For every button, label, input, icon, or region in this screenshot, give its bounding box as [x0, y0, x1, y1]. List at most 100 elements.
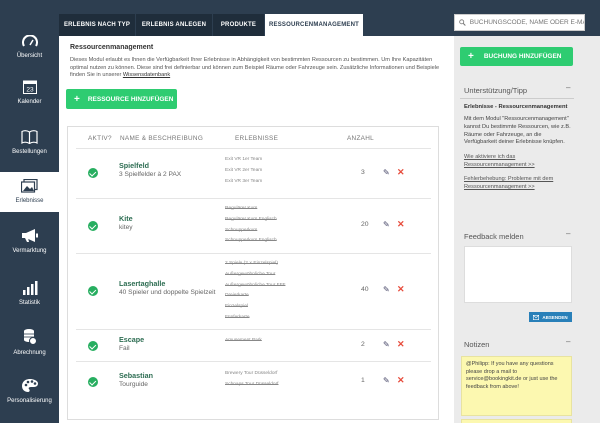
edit-icon[interactable]: ✎ [383, 168, 390, 177]
sidebar-item-label: Kalender [17, 99, 42, 105]
event-item: Dreierkarte [225, 293, 249, 299]
delete-icon[interactable]: ✕ [397, 339, 405, 350]
sticky-note[interactable] [461, 419, 572, 423]
mail-icon [533, 314, 540, 320]
active-check-icon[interactable] [88, 168, 98, 178]
table-row: Sebastian Tourguide Brewery Tour Düsseld… [76, 361, 431, 405]
search-icon [459, 19, 466, 26]
event-item: Regulärer Kurs [225, 206, 258, 211]
add-booking-button[interactable]: + BUCHUNG HINZUFÜGEN [460, 47, 573, 66]
sticky-note[interactable]: @Philipp: If you have any questions plea… [461, 356, 572, 416]
sidebar-item-statistik[interactable]: Statistik [0, 281, 59, 309]
resource-quantity: 1 [361, 377, 365, 384]
tab-erlebnis-nach-typ[interactable]: ERLEBNIS NACH TYP [59, 14, 135, 36]
delete-icon[interactable]: ✕ [397, 219, 405, 230]
resource-description: kitey [119, 224, 133, 231]
sidebar-item-erlebnisse[interactable]: Erlebnisse [0, 172, 59, 212]
event-item: Außergewöhnliche Tour FFF [225, 282, 286, 288]
tab-erlebnis-anlegen[interactable]: ERLEBNIS ANLEGEN [136, 14, 212, 36]
sidebar-item-label: Erlebnisse [15, 198, 44, 204]
header-active: AKTIV? [88, 135, 112, 142]
event-item: Einzelspiel [225, 304, 248, 310]
sidebar: Übersicht 23 Kalender Bestellungen Erleb… [0, 0, 59, 423]
event-item: Schnaps Tour Düsseldorf [225, 381, 279, 387]
delete-icon[interactable]: ✕ [397, 167, 405, 178]
edit-icon[interactable]: ✎ [383, 376, 390, 385]
event-item: Exit VR 1er Team [225, 157, 263, 162]
divider [460, 98, 574, 99]
sidebar-item-personalisierung[interactable]: Personalisierung [0, 378, 59, 408]
delete-icon[interactable]: ✕ [397, 284, 405, 295]
table-row: Escape Fail Amusement Park 2 ✎ ✕ [76, 329, 431, 361]
resource-events: Regulärer Kurs Regulärer Kurs Englisch S… [225, 204, 277, 247]
main-content: Ressourcenmanagement Dieses Modul erlaub… [59, 36, 454, 423]
delete-icon[interactable]: ✕ [397, 375, 405, 386]
resource-events: Brewery Tour Düsseldorf Schnaps Tour Düs… [225, 369, 279, 391]
send-feedback-label: ABSENDEN [542, 314, 568, 320]
edit-icon[interactable]: ✎ [383, 220, 390, 229]
tip-text: Mit dem Modul "Ressourcenmanagement" kan… [464, 116, 571, 146]
sidebar-item-kalender[interactable]: 23 Kalender [0, 79, 59, 109]
tip-link-activate[interactable]: Wie aktiviere ich das Ressourcenmanageme… [464, 154, 574, 170]
resource-name[interactable]: Sebastian [119, 371, 153, 380]
active-check-icon[interactable] [88, 286, 98, 296]
sidebar-item-vermarktung[interactable]: Vermarktung [0, 228, 59, 256]
send-feedback-button[interactable]: ABSENDEN [529, 312, 572, 322]
tab-ressourcenmanagement[interactable]: RESSOURCENMANAGEMENT [265, 14, 363, 36]
notes-section-title: Notizen [464, 340, 490, 349]
table-row: Kite kitey Regulärer Kurs Regulärer Kurs… [76, 198, 431, 253]
tip-section-title: Unterstützung/Tipp [464, 86, 528, 95]
active-check-icon[interactable] [88, 221, 98, 231]
resource-events: Exit VR 1er Team Exit VR 2er Team Exit V… [225, 155, 262, 187]
table-row: Lasertaghalle 40 Spieler und doppelte Sp… [76, 253, 431, 329]
event-item: Fünferkarte [225, 314, 250, 320]
add-resource-label: RESSOURCE HINZUFÜGEN [87, 95, 174, 103]
speedometer-icon [21, 35, 38, 47]
resource-table: AKTIV? NAME & BESCHREIBUNG ERLEBNISSE AN… [67, 126, 439, 420]
event-item: Exit VR 2er Team [225, 167, 263, 173]
sidebar-item-label: Bestellungen [12, 149, 47, 155]
resource-description: Tourguide [119, 381, 148, 388]
resource-quantity: 2 [361, 341, 365, 348]
event-item: 2 Spiele (2 × Einzelspiel) [225, 261, 278, 266]
megaphone-icon [21, 229, 38, 242]
knowledge-base-link[interactable]: Wissensdatenbank [123, 72, 170, 78]
add-resource-button[interactable]: + RESSOURCE HINZUFÜGEN [66, 89, 177, 109]
minimize-icon[interactable]: – [566, 83, 570, 92]
top-navigation: ERLEBNIS NACH TYP ERLEBNIS ANLEGEN PRODU… [59, 0, 600, 36]
sidebar-item-uebersicht[interactable]: Übersicht [0, 35, 59, 61]
event-item: Regulärer Kurs Englisch [225, 216, 277, 222]
calendar-day: 23 [26, 87, 34, 94]
calendar-icon: 23 [22, 80, 37, 94]
edit-icon[interactable]: ✎ [383, 285, 390, 294]
search-input[interactable] [469, 19, 584, 26]
sidebar-item-bestellungen[interactable]: Bestellungen [0, 130, 59, 158]
resource-description: 40 Spieler und doppelte Spielzeit [119, 289, 216, 296]
sidebar-item-label: Personalisierung [7, 398, 52, 404]
book-icon [21, 130, 38, 144]
sidebar-item-label: Vermarktung [12, 248, 47, 254]
resource-name[interactable]: Spielfeld [119, 161, 149, 170]
plus-icon: + [74, 93, 80, 105]
feedback-textarea[interactable] [464, 246, 572, 303]
tip-subtitle: Erlebnisse - Ressourcenmanagement [464, 104, 568, 110]
tab-produkte[interactable]: PRODUKTE [213, 14, 264, 36]
edit-icon[interactable]: ✎ [383, 340, 390, 349]
active-check-icon[interactable] [88, 341, 98, 351]
table-row: Spielfeld 3 Spielfelder à 2 PAX Exit VR … [76, 148, 431, 198]
resource-name[interactable]: Lasertaghalle [119, 279, 165, 288]
tip-link-troubleshoot[interactable]: Fehlerbehebung: Probleme mit dem Ressour… [464, 176, 574, 192]
minimize-icon[interactable]: – [566, 337, 570, 346]
active-check-icon[interactable] [88, 377, 98, 387]
event-item: Schnupperkurs [225, 227, 258, 233]
resource-name[interactable]: Kite [119, 214, 133, 223]
header-name: NAME & BESCHREIBUNG [120, 135, 204, 142]
search-box[interactable] [454, 14, 585, 31]
page-description: Dieses Modul erlaubt es Ihnen die Verfüg… [70, 57, 446, 80]
minimize-icon[interactable]: – [566, 229, 570, 238]
coins-icon [23, 329, 37, 345]
header-quantity: ANZAHL [347, 135, 375, 142]
resource-name[interactable]: Escape [119, 335, 144, 344]
sidebar-item-label: Statistik [18, 300, 40, 306]
sidebar-item-abrechnung[interactable]: Abrechnung [0, 328, 59, 360]
